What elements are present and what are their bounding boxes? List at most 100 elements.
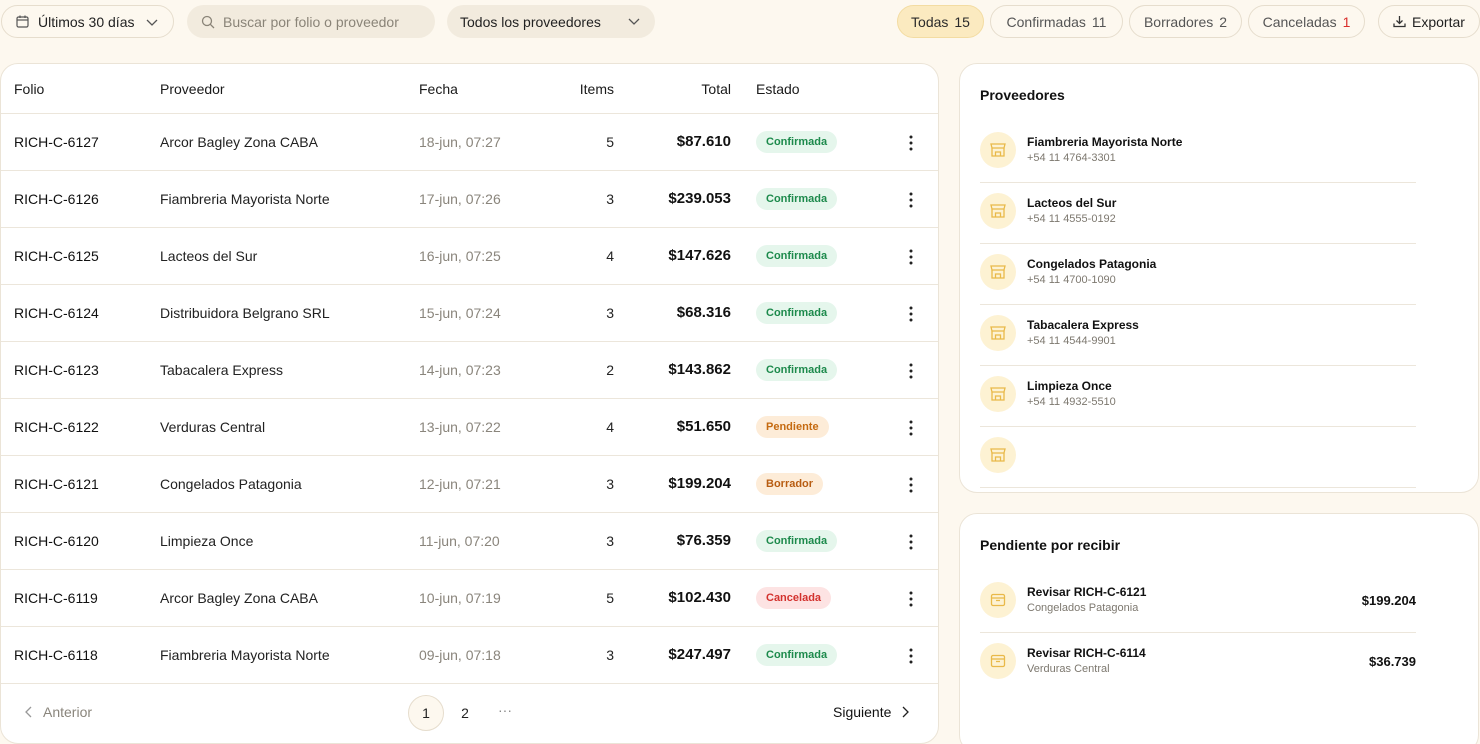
provider-item[interactable]: Lacteos del Sur +54 11 4555-0192 [980,183,1416,244]
table-row[interactable]: RICH-C-6122 Verduras Central 13-jun, 07:22… [1,399,938,456]
store-icon [990,265,1006,279]
folio-cell: RICH-C-6120 [14,533,99,549]
header-items: Items [579,81,614,97]
fecha-cell: 11-jun, 07:20 [419,533,500,549]
search-placeholder: Buscar por folio o proveedor [223,13,399,30]
folio-cell: RICH-C-6127 [14,134,99,150]
total-cell: $239.053 [668,190,731,207]
pending-title: Revisar RICH-C-6114 [1027,646,1146,660]
fecha-cell: 09-jun, 07:18 [419,647,501,663]
table-row[interactable]: RICH-C-6125 Lacteos del Sur 16-jun, 07:25 4… [1,228,938,285]
provider-avatar [980,193,1016,229]
more-options-icon[interactable] [904,133,918,153]
pending-amount: $36.739 [1369,654,1416,669]
more-options-icon[interactable] [904,361,918,381]
export-button[interactable]: Exportar [1378,5,1480,38]
table-row[interactable]: RICH-C-6119 Arcor Bagley Zona CABA 10-jun,… [1,570,938,627]
provider-item[interactable]: Limpieza Once +54 11 4932-5510 [980,366,1416,427]
filter-label: Canceladas [1262,13,1337,30]
filter-canceladas[interactable]: Canceladas 1 [1248,5,1365,38]
providers-list[interactable]: Fiambreria Mayorista Norte +54 11 4764-33… [980,122,1416,492]
table-row[interactable]: RICH-C-6118 Fiambreria Mayorista Norte 09-… [1,627,938,684]
provider-avatar [980,315,1016,351]
page-2-button[interactable]: 2 [447,695,483,731]
store-icon [990,204,1006,218]
fecha-cell: 12-jun, 07:21 [419,476,501,492]
header-total: Total [701,81,731,97]
table-row[interactable]: RICH-C-6121 Congelados Patagonia 12-jun, 0… [1,456,938,513]
provider-phone: +54 11 4700-1090 [1027,274,1116,286]
folio-cell: RICH-C-6121 [14,476,99,492]
proveedor-cell: Verduras Central [160,419,266,435]
next-page-button[interactable]: Siguiente [833,704,911,720]
status-badge: Confirmada [756,131,838,153]
more-options-icon[interactable] [904,304,918,324]
provider-name: Tabacalera Express [1027,318,1139,332]
date-range-button[interactable]: Últimos 30 días [1,5,174,38]
total-cell: $143.862 [668,361,731,378]
more-options-icon[interactable] [904,589,918,609]
more-options-icon[interactable] [904,646,918,666]
filter-borradores[interactable]: Borradores 2 [1129,5,1242,38]
more-options-icon[interactable] [904,532,918,552]
pagination: Anterior 1 2 ··· Siguiente [1,684,938,743]
pending-amount: $199.204 [1361,593,1416,608]
chevron-down-icon [628,18,640,25]
provider-item[interactable]: Fiambreria Mayorista Norte +54 11 4764-33… [980,122,1416,183]
orders-table: Folio Proveedor Fecha Items Total Estado… [0,63,939,744]
prev-page-button[interactable]: Anterior [23,704,92,720]
fecha-cell: 15-jun, 07:24 [419,305,501,321]
filter-confirmadas[interactable]: Confirmadas 11 [990,5,1123,38]
fecha-cell: 13-jun, 07:22 [419,419,501,435]
provider-select[interactable]: Todos los proveedores [447,5,655,38]
download-icon [1393,16,1406,28]
provider-item[interactable]: Congelados Patagonia +54 11 4700-1090 [980,244,1416,305]
table-row[interactable]: RICH-C-6123 Tabacalera Express 14-jun, 07:… [1,342,938,399]
filter-count: 1 [1342,13,1351,30]
more-options-icon[interactable] [904,475,918,495]
status-badge: Confirmada [756,302,838,324]
pending-icon [980,643,1016,679]
more-options-icon[interactable] [904,247,918,267]
table-row[interactable]: RICH-C-6127 Arcor Bagley Zona CABA 18-jun,… [1,114,938,171]
status-badge: Borrador [756,473,824,495]
box-icon [990,593,1006,607]
header-folio: Folio [14,81,45,97]
total-cell: $87.610 [676,133,731,150]
folio-cell: RICH-C-6122 [14,419,99,435]
total-cell: $199.204 [668,475,731,492]
store-icon [990,387,1006,401]
table-header: Folio Proveedor Fecha Items Total Estado [1,64,938,114]
fecha-cell: 10-jun, 07:19 [419,590,501,606]
total-cell: $76.359 [676,532,731,549]
more-options-icon[interactable] [904,190,918,210]
pending-item[interactable]: Revisar RICH-C-6121 Congelados Patagonia $… [980,572,1416,633]
provider-phone: +54 11 4544-9901 [1027,335,1116,347]
chevron-right-icon [902,706,910,718]
table-row[interactable]: RICH-C-6120 Limpieza Once 11-jun, 07:20 3 $7… [1,513,938,570]
proveedor-cell: Arcor Bagley Zona CABA [160,590,318,606]
table-row[interactable]: RICH-C-6124 Distribuidora Belgrano SRL 15-… [1,285,938,342]
provider-item[interactable] [980,427,1416,488]
more-options-icon[interactable] [904,418,918,438]
pending-item[interactable]: Revisar RICH-C-6114 Verduras Central $36.7… [980,633,1416,694]
status-badge: Confirmada [756,359,838,381]
proveedor-cell: Tabacalera Express [160,362,283,378]
items-cell: 3 [606,191,614,207]
items-cell: 3 [606,533,614,549]
prev-page-label: Anterior [43,704,93,720]
table-row[interactable]: RICH-C-6126 Fiambreria Mayorista Norte 17-… [1,171,938,228]
provider-item[interactable]: Tabacalera Express +54 11 4544-9901 [980,305,1416,366]
date-range-label: Últimos 30 días [38,13,135,30]
items-cell: 3 [606,476,614,492]
pagination-ellipsis: ··· [498,702,512,718]
provider-phone: +54 11 4555-0192 [1027,213,1116,225]
filter-todas[interactable]: Todas 15 [897,5,984,38]
items-cell: 5 [606,134,614,150]
providers-card: Proveedores Fiambreria Mayorista Norte +5… [959,63,1479,493]
provider-avatar [980,437,1016,473]
provider-phone: +54 11 4764-3301 [1027,152,1116,164]
page-1-button[interactable]: 1 [408,695,444,731]
filter-count: 11 [1091,13,1107,30]
search-input[interactable]: Buscar por folio o proveedor [187,5,435,38]
